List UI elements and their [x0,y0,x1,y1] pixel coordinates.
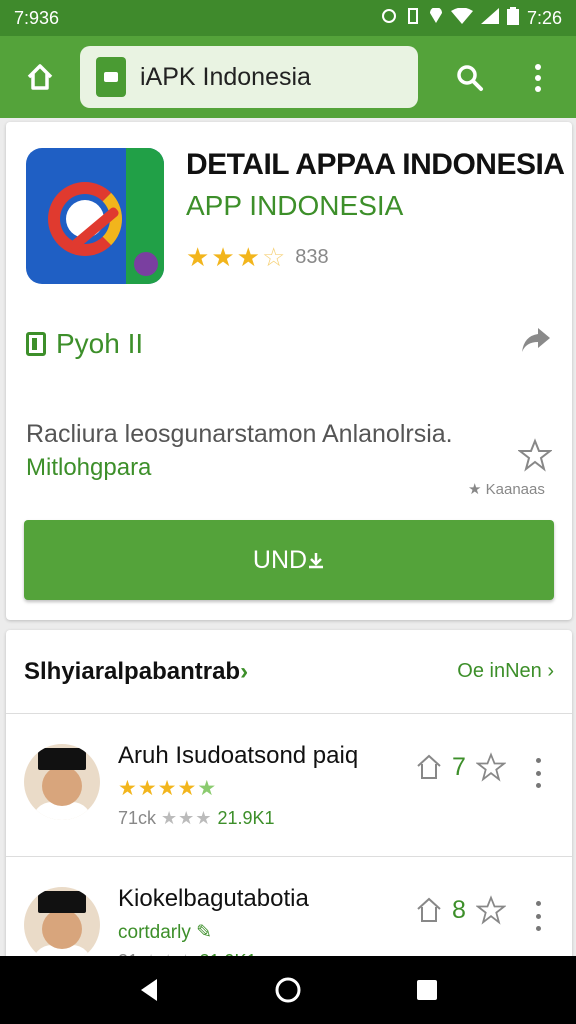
item-subtitle: cortdarly ✎ [118,922,213,943]
rating-count: 838 [295,245,329,268]
install-button[interactable]: UND [24,520,554,600]
star-outline-icon[interactable] [475,895,506,925]
download-icon [309,553,324,569]
recents-icon[interactable] [415,978,439,1002]
description-link[interactable]: Mitlohgpara [26,454,151,482]
app-title: DETAIL APPAA INDONESIA [186,148,565,181]
favorite-button[interactable] [517,438,553,472]
home-outline-icon [417,897,441,922]
wifi-icon [450,7,473,29]
section-title: Slhyiaralpabantrab› [24,657,249,685]
item-rating-stars: ★★★★★ [118,777,218,800]
install-label: UND [252,545,308,574]
location-icon [429,6,443,29]
item-score: 7 [452,752,466,781]
status-time-left: 7:936 [14,7,60,28]
vibrate-icon [405,7,421,29]
item-meta: 71ck ★★★ 21.9K1 [118,808,275,828]
overflow-dot [535,86,541,92]
status-icons: 7:26 [381,6,562,30]
signal-icon [480,7,499,29]
item-title: Aruh Isudoatsond paiq [118,742,359,769]
share-button[interactable] [516,322,556,358]
star-outline-icon[interactable] [475,752,506,782]
home-button[interactable] [0,36,80,118]
half-star-icon: ☆ [261,242,286,272]
navigation-bar [0,956,576,1024]
app-bar: iAPK Indonesia [0,36,576,118]
url-text: iAPK Indonesia [140,62,311,91]
related-apps-card: Slhyiaralpabantrab› Oe inNen › Aruh Isud… [6,630,572,960]
item-more-button[interactable] [532,901,544,931]
star-icon: ★ [211,242,235,272]
developer-icon [26,332,46,356]
overflow-dot [535,75,541,81]
app-description: Racliura leosgunarstamon Anlanolrsia. [26,420,453,448]
battery-icon [506,6,519,30]
list-item[interactable]: Kiokelbagutabotia cortdarly ✎ 21 ★★★ 21.… [6,856,572,960]
grey-stars-icon: ★★★ [161,808,213,828]
chevron-right-icon: › [547,660,554,682]
list-item[interactable]: Aruh Isudoatsond paiq ★★★★★ 71ck ★★★ 21.… [6,714,572,854]
developer-row[interactable]: Pyoh II [26,328,143,360]
favorite-meta: ★ Kaanaas [468,481,545,498]
rating-row: ★ ★ ★ ☆ 838 [186,244,329,270]
avatar [24,744,100,820]
app-subtitle[interactable]: APP INDONESIA [186,190,403,222]
avatar [24,887,100,960]
site-favicon-icon [96,57,126,97]
home-icon [27,64,53,90]
home-circle-icon[interactable] [274,976,302,1004]
url-bar[interactable]: iAPK Indonesia [80,46,418,108]
overflow-dot [535,64,541,70]
search-icon [457,65,483,91]
developer-name: Pyoh II [56,328,144,359]
tag-icon: ✎ [196,922,213,943]
item-actions: 8 [416,895,506,925]
notification-icon [381,8,397,29]
search-button[interactable] [448,56,492,100]
item-title: Kiokelbagutabotia [118,885,309,912]
see-all-link[interactable]: Oe inNen › [457,660,554,683]
arrow-icon: › [240,657,249,685]
star-icon: ★ [186,242,210,272]
status-time-right: 7:26 [526,7,562,28]
overflow-menu-button[interactable] [520,56,556,100]
section-header: Slhyiaralpabantrab› Oe inNen › [6,630,572,714]
small-star-icon: ★ [468,481,486,498]
app-icon [26,148,164,284]
back-icon[interactable] [137,977,161,1003]
app-detail-card: DETAIL APPAA INDONESIA APP INDONESIA ★ ★… [6,122,572,620]
item-score: 8 [452,895,466,924]
status-bar: 7:936 7:26 [0,0,576,36]
item-more-button[interactable] [532,758,544,788]
share-icon [522,328,550,352]
star-outline-icon [517,438,553,472]
home-outline-icon [417,754,441,779]
star-icon: ★ [236,242,260,272]
item-actions: 7 [416,752,506,782]
